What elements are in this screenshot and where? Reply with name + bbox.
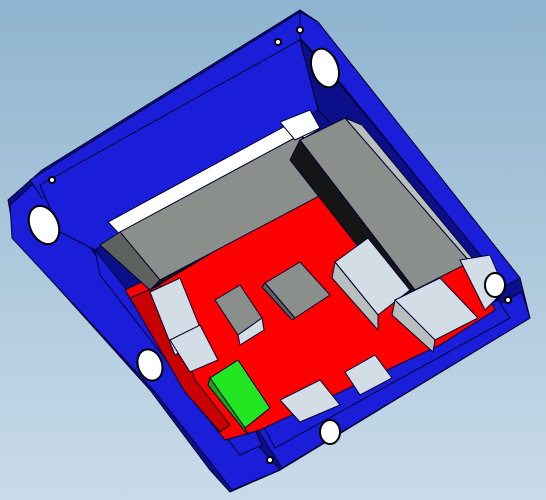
screw-hole-5 <box>266 456 274 464</box>
screw-hole-1 <box>48 176 56 184</box>
screw-hole-3 <box>296 26 304 34</box>
enclosure-render <box>0 0 546 500</box>
mount-hole-right <box>484 272 506 298</box>
screw-hole-4 <box>504 296 512 304</box>
mount-hole-bottom <box>319 419 341 445</box>
screw-hole-2 <box>274 38 282 46</box>
model-viewport[interactable] <box>0 0 546 500</box>
